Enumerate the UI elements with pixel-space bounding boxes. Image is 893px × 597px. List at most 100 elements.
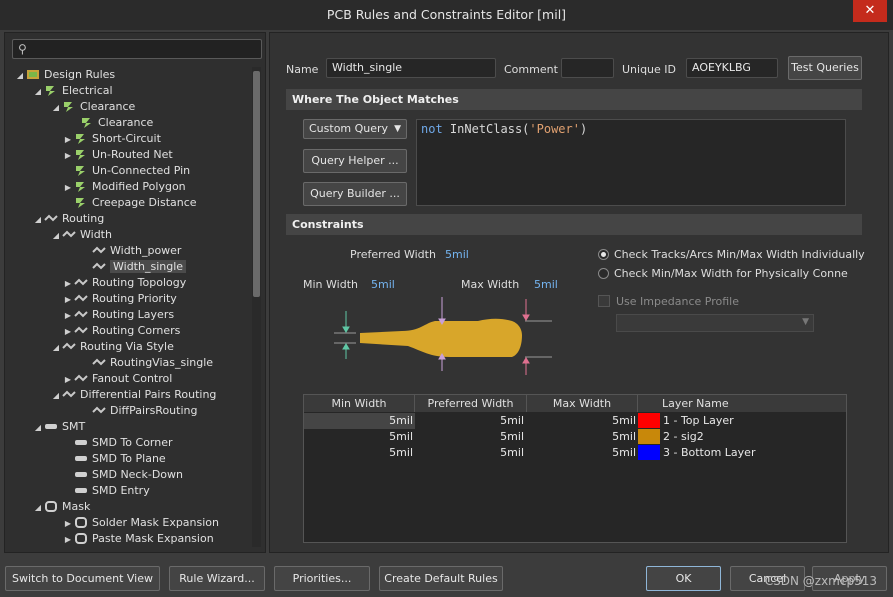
tree-item-routing-via-style[interactable]: ◢ Routing Via Style bbox=[50, 339, 174, 355]
col-max-width[interactable]: Max Width bbox=[527, 395, 638, 412]
cell-preferred-width[interactable]: 5mil bbox=[415, 445, 524, 461]
tree-item-smd-neck-down[interactable]: SMD Neck-Down bbox=[74, 467, 183, 483]
close-button[interactable]: ✕ bbox=[853, 0, 887, 22]
expand-arrow-icon[interactable]: ▶ bbox=[62, 292, 74, 308]
design-rules-icon bbox=[27, 70, 39, 79]
search-icon: ⚲ bbox=[18, 42, 27, 56]
tree-item-routing[interactable]: ◢ Routing bbox=[32, 211, 104, 227]
layer-color-swatch bbox=[638, 445, 660, 460]
expand-arrow-icon[interactable]: ▶ bbox=[62, 308, 74, 324]
cell-preferred-width[interactable]: 5mil bbox=[415, 413, 524, 429]
tree-item-creepage-distance[interactable]: Creepage Distance bbox=[74, 195, 197, 211]
tree-item-un-connected-pin[interactable]: Un-Connected Pin bbox=[74, 163, 190, 179]
collapse-arrow-icon[interactable]: ◢ bbox=[50, 228, 62, 244]
col-preferred-width[interactable]: Preferred Width bbox=[415, 395, 527, 412]
tree-item-differential-pairs-routing[interactable]: ◢ Differential Pairs Routing bbox=[50, 387, 217, 404]
tree-item-fanout-control[interactable]: ▶ Fanout Control bbox=[62, 371, 172, 387]
check-individually-label: Check Tracks/Arcs Min/Max Width Individu… bbox=[614, 248, 865, 261]
expand-arrow-icon[interactable]: ▶ bbox=[62, 180, 74, 196]
tree-item-smd-to-corner[interactable]: SMD To Corner bbox=[74, 435, 173, 451]
tree-item-paste-mask-expansion[interactable]: ▶ Paste Mask Expansion bbox=[62, 531, 214, 547]
collapse-arrow-icon[interactable]: ◢ bbox=[50, 100, 62, 116]
tree-item-routing-priority[interactable]: ▶ Routing Priority bbox=[62, 291, 177, 307]
col-min-width[interactable]: Min Width bbox=[304, 395, 415, 412]
check-individually-radio[interactable] bbox=[598, 249, 609, 260]
tree-scrollbar[interactable] bbox=[252, 67, 261, 547]
preferred-width-value[interactable]: 5mil bbox=[445, 248, 469, 261]
rule-wizard-button[interactable]: Rule Wizard... bbox=[169, 566, 265, 591]
cell-max-width[interactable]: 5mil bbox=[527, 429, 636, 445]
tree-item-width-single[interactable]: Width_single bbox=[92, 259, 187, 275]
expand-arrow-icon[interactable]: ▶ bbox=[62, 276, 74, 292]
max-width-value[interactable]: 5mil bbox=[534, 278, 558, 291]
query-builder-button[interactable]: Query Builder ... bbox=[303, 182, 407, 206]
collapse-arrow-icon[interactable]: ◢ bbox=[14, 68, 26, 84]
switch-to-document-view-button[interactable]: Switch to Document View bbox=[5, 566, 160, 591]
tree-item-clearance-rule[interactable]: Clearance bbox=[80, 115, 153, 131]
cell-min-width[interactable]: 5mil bbox=[304, 413, 413, 429]
tree-item-electrical[interactable]: ◢ Electrical bbox=[32, 83, 113, 99]
min-width-value[interactable]: 5mil bbox=[371, 278, 395, 291]
tree-item-clearance-category[interactable]: ◢ Clearance bbox=[50, 99, 135, 115]
cell-min-width[interactable]: 5mil bbox=[304, 445, 413, 461]
mask-rule-icon bbox=[45, 501, 57, 512]
routing-rule-icon bbox=[62, 342, 76, 350]
query-editor[interactable]: not InNetClass('Power') bbox=[416, 119, 846, 206]
query-type-dropdown[interactable]: Custom Query ▼ bbox=[303, 119, 407, 139]
search-input[interactable] bbox=[33, 41, 258, 57]
query-helper-button[interactable]: Query Helper ... bbox=[303, 149, 407, 173]
cell-preferred-width[interactable]: 5mil bbox=[415, 429, 524, 445]
tree-item-un-routed-net[interactable]: ▶ Un-Routed Net bbox=[62, 147, 173, 163]
expand-arrow-icon[interactable]: ▶ bbox=[62, 372, 74, 388]
cell-min-width[interactable]: 5mil bbox=[304, 429, 413, 445]
tree-scrollbar-thumb[interactable] bbox=[253, 71, 260, 297]
cell-max-width[interactable]: 5mil bbox=[527, 445, 636, 461]
tree-item-routingvias-single[interactable]: RoutingVias_single bbox=[92, 355, 213, 371]
collapse-arrow-icon[interactable]: ◢ bbox=[50, 388, 62, 404]
tree-item-routing-layers[interactable]: ▶ Routing Layers bbox=[62, 307, 174, 323]
unique-id-field[interactable]: AOEYKLBG bbox=[686, 58, 778, 78]
name-field[interactable]: Width_single bbox=[326, 58, 496, 78]
impedance-profile-checkbox[interactable] bbox=[598, 295, 610, 307]
routing-rule-icon bbox=[92, 246, 106, 254]
tree-item-design-rules[interactable]: ◢ Design Rules bbox=[14, 67, 115, 83]
collapse-arrow-icon[interactable]: ◢ bbox=[32, 420, 44, 436]
window-titlebar: PCB Rules and Constraints Editor [mil] ✕ bbox=[0, 0, 893, 30]
electrical-rule-icon bbox=[76, 134, 85, 144]
tree-item-modified-polygon[interactable]: ▶ Modified Polygon bbox=[62, 179, 186, 195]
cell-max-width[interactable]: 5mil bbox=[527, 413, 636, 429]
expand-arrow-icon[interactable]: ▶ bbox=[62, 516, 74, 532]
tree-item-smd-entry[interactable]: SMD Entry bbox=[74, 483, 150, 499]
tree-item-routing-corners[interactable]: ▶ Routing Corners bbox=[62, 323, 180, 339]
collapse-arrow-icon[interactable]: ◢ bbox=[50, 340, 62, 356]
tree-item-solder-mask-expansion[interactable]: ▶ Solder Mask Expansion bbox=[62, 515, 219, 531]
impedance-profile-dropdown[interactable]: ▼ bbox=[616, 314, 814, 332]
watermark: CSDN @zxmcp513 bbox=[764, 574, 877, 588]
collapse-arrow-icon[interactable]: ◢ bbox=[32, 500, 44, 516]
tree-item-routing-topology[interactable]: ▶ Routing Topology bbox=[62, 275, 186, 291]
expand-arrow-icon[interactable]: ▶ bbox=[62, 148, 74, 164]
tree-item-smt[interactable]: ◢ SMT bbox=[32, 419, 85, 435]
routing-rule-icon bbox=[74, 374, 88, 382]
test-queries-button[interactable]: Test Queries bbox=[788, 56, 862, 80]
expand-arrow-icon[interactable]: ▶ bbox=[62, 324, 74, 340]
collapse-arrow-icon[interactable]: ◢ bbox=[32, 84, 44, 100]
collapse-arrow-icon[interactable]: ◢ bbox=[32, 212, 44, 228]
tree-item-diffpairsrouting[interactable]: DiffPairsRouting bbox=[92, 403, 197, 419]
tree-item-mask[interactable]: ◢ Mask bbox=[32, 499, 90, 515]
track-shape bbox=[360, 318, 522, 357]
expand-arrow-icon[interactable]: ▶ bbox=[62, 532, 74, 547]
dropdown-arrow-icon: ▼ bbox=[802, 317, 809, 327]
comment-field[interactable] bbox=[561, 58, 614, 78]
check-connected-radio[interactable] bbox=[598, 268, 609, 279]
expand-arrow-icon[interactable]: ▶ bbox=[62, 132, 74, 148]
tree-item-smd-to-plane[interactable]: SMD To Plane bbox=[74, 451, 166, 467]
ok-button[interactable]: OK bbox=[646, 566, 721, 591]
tree-item-short-circuit[interactable]: ▶ Short-Circuit bbox=[62, 131, 161, 147]
priorities-button[interactable]: Priorities... bbox=[274, 566, 370, 591]
tree-item-width-power[interactable]: Width_power bbox=[92, 243, 181, 259]
create-default-rules-button[interactable]: Create Default Rules bbox=[379, 566, 503, 591]
tree-item-width[interactable]: ◢ Width bbox=[50, 227, 112, 243]
clearance-rule-icon bbox=[64, 102, 73, 112]
col-layer-name[interactable]: Layer Name bbox=[638, 395, 846, 412]
